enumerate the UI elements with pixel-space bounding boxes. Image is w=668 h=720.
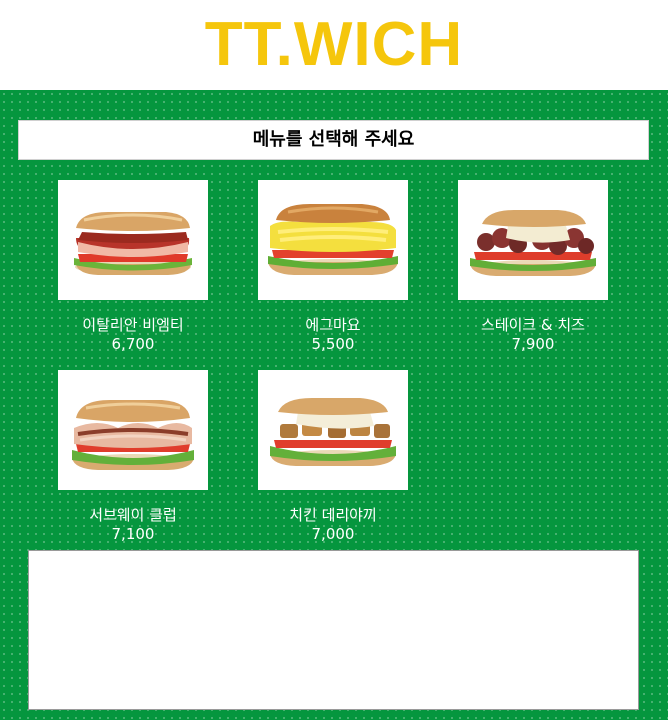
order-output-box[interactable]	[28, 550, 639, 710]
subway-club-sandwich-image[interactable]	[58, 370, 208, 490]
steak-and-cheese-sandwich-image[interactable]	[458, 180, 608, 300]
menu-item-italian-bmt[interactable]: 이탈리안 비엠티 6,700	[58, 180, 208, 354]
menu-panel: 메뉴를 선택해 주세요 이탈리안 비엠티 6,700 에그마요 5,500 스테…	[0, 90, 668, 720]
menu-item-name: 에그마요	[305, 316, 361, 334]
menu-item-chicken-teriyaki[interactable]: 치킨 데리야끼 7,000	[258, 370, 408, 544]
header: TT.WICH	[0, 0, 668, 90]
menu-item-price: 7,900	[511, 335, 555, 353]
menu-item-egg-mayo[interactable]: 에그마요 5,500	[258, 180, 408, 354]
menu-item-price: 6,700	[111, 335, 155, 353]
menu-item-subway-club[interactable]: 서브웨이 클럽 7,100	[58, 370, 208, 544]
brand-logo: TT.WICH	[204, 10, 464, 79]
menu-item-name: 이탈리안 비엠티	[82, 316, 184, 334]
menu-item-name: 서브웨이 클럽	[89, 506, 177, 524]
menu-item-price: 7,000	[311, 525, 355, 543]
italian-bmt-sandwich-image[interactable]	[58, 180, 208, 300]
menu-prompt: 메뉴를 선택해 주세요	[18, 120, 649, 160]
menu-item-steak-and-cheese[interactable]: 스테이크 & 치즈 7,900	[458, 180, 608, 354]
menu-item-price: 7,100	[111, 525, 155, 543]
menu-item-name: 스테이크 & 치즈	[480, 316, 586, 334]
chicken-teriyaki-sandwich-image[interactable]	[258, 370, 408, 490]
egg-mayo-sandwich-image[interactable]	[258, 180, 408, 300]
menu-item-name: 치킨 데리야끼	[289, 506, 377, 524]
menu-item-price: 5,500	[311, 335, 355, 353]
